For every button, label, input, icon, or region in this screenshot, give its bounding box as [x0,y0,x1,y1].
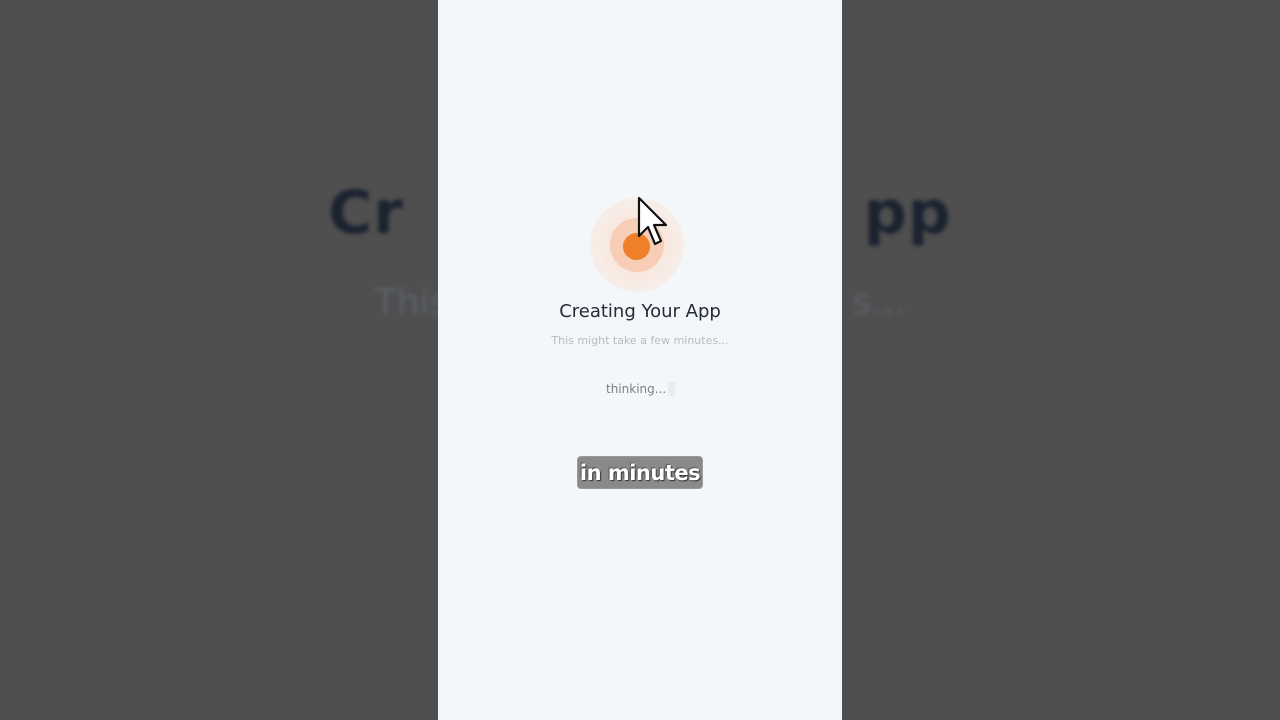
status-indicator: thinking... [606,382,676,396]
screen: Cr pp This s... Creating Your App This mig… [0,0,1280,720]
video-caption: in minutes [577,456,703,489]
page-title: Creating Your App [559,301,721,322]
status-text: thinking... [606,382,667,396]
background-title-right: pp [863,178,952,248]
mouse-pointer-icon [637,196,668,246]
page-subtitle: This might take a few minutes... [551,334,729,347]
background-title-left: Cr [328,178,404,248]
background-subtitle-right: s... [852,282,906,323]
typing-cursor-icon [668,382,676,396]
caption-text: in minutes [579,460,701,485]
app-creation-panel: Creating Your App This might take a few … [438,0,842,720]
